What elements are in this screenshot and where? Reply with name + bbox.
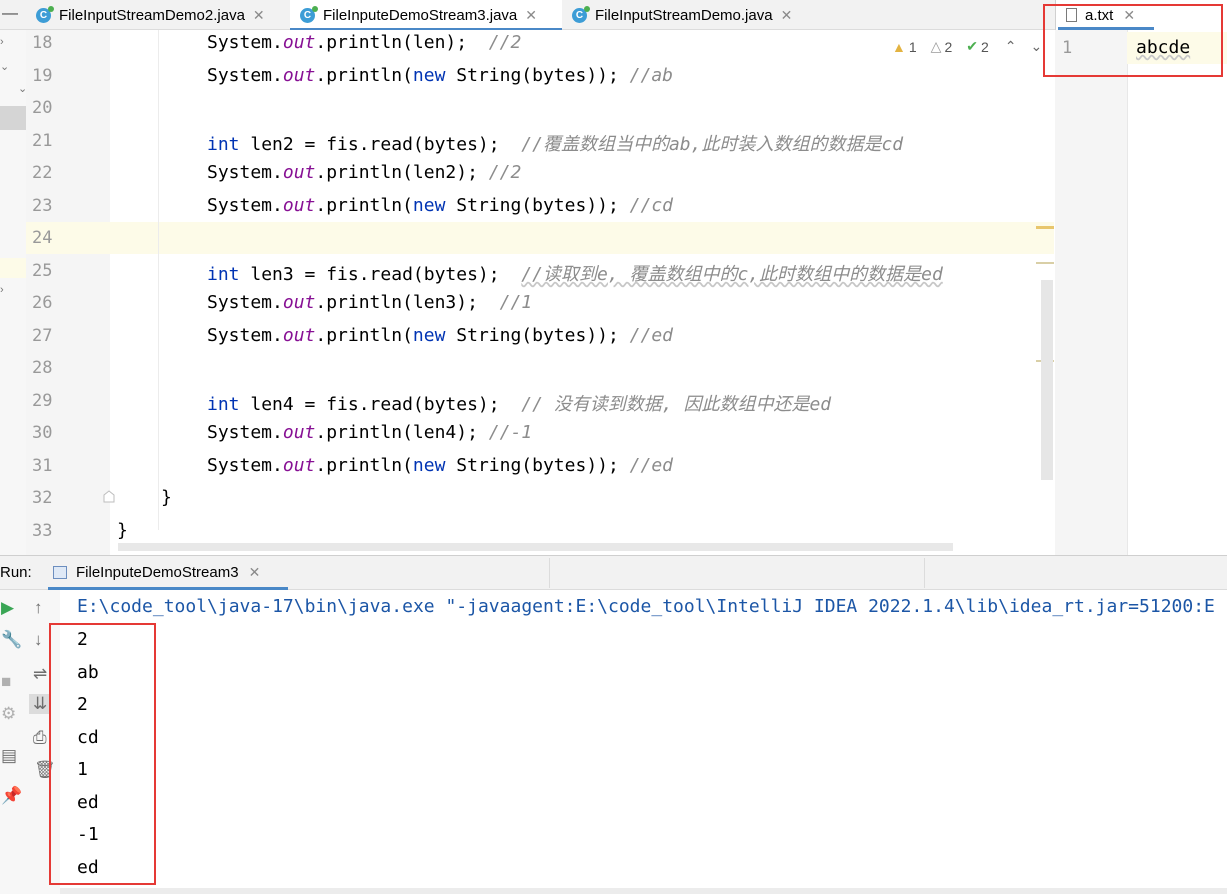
line-number: 30 <box>32 423 53 443</box>
code-line-26[interactable]: System.out.println(len3); //1 <box>207 292 532 313</box>
line-number: 25 <box>32 261 53 281</box>
stripe-mark[interactable] <box>1036 262 1054 264</box>
line-number: 18 <box>32 33 53 53</box>
settings-icon[interactable]: ⚙ <box>1 704 16 724</box>
line-number: 33 <box>32 521 53 541</box>
arrow-down-icon[interactable]: ↓ <box>34 630 43 650</box>
java-class-icon: C <box>300 5 318 23</box>
scroll-to-end-icon[interactable]: ⇊ <box>29 694 52 714</box>
code-line-22[interactable]: System.out.println(len2); //2 <box>207 162 521 183</box>
chevron-up-icon[interactable]: ⌃ <box>1005 38 1017 55</box>
close-icon[interactable]: ✕ <box>249 564 261 581</box>
vertical-scrollbar[interactable] <box>1041 280 1053 480</box>
print-icon[interactable]: ⎙ <box>33 728 47 748</box>
java-class-icon: C <box>36 5 54 23</box>
tab-fileinputstreamdemo2[interactable]: C FileInputStreamDemo2.java ✕ <box>36 0 284 30</box>
code-line-21[interactable]: int len2 = fis.read(bytes); //覆盖数组当中的ab,… <box>207 130 903 156</box>
inspection-widget[interactable]: ▲ 1 △ 2 ✔ 2 ⌃ ⌄ <box>892 38 1042 55</box>
run-toolbar-primary: ▶ 🔧 ■ ⚙ ▤ 📌 <box>0 590 25 894</box>
run-tab-label: FileInputeDemoStream3 <box>76 564 239 581</box>
close-icon[interactable]: ✕ <box>525 7 537 24</box>
code-line-27[interactable]: System.out.println(new String(bytes)); /… <box>207 325 673 346</box>
pin-icon[interactable]: 📌 <box>1 786 22 806</box>
line-number: 22 <box>32 163 53 183</box>
typo-check-icon: ✔ <box>966 38 978 54</box>
tab-label: FileInputStreamDemo2.java <box>59 6 245 24</box>
line-number: 29 <box>32 391 53 411</box>
line-number: 31 <box>32 456 53 476</box>
line-number: 19 <box>32 66 53 86</box>
tab-fileinputstreamdemo[interactable]: C FileInputStreamDemo.java ✕ <box>572 0 812 30</box>
line-number: 28 <box>32 358 53 378</box>
warning-icon: ▲ <box>892 38 906 55</box>
run-config-icon <box>53 566 67 579</box>
tab-label: FileInputeDemoStream3.java <box>323 6 518 24</box>
minimize-icon[interactable]: — <box>2 5 18 23</box>
horizontal-scrollbar[interactable] <box>118 543 953 551</box>
project-tree-edge: › ⌄ ⌄ › <box>0 30 27 555</box>
chevron-right-icon[interactable]: › <box>0 36 4 48</box>
tab-label: FileInputStreamDemo.java <box>595 6 773 24</box>
wrench-icon[interactable]: 🔧 <box>1 630 22 650</box>
code-line-30[interactable]: System.out.println(len4); //-1 <box>207 422 532 443</box>
code-line-25[interactable]: int len3 = fis.read(bytes); //读取到e, 覆盖数组… <box>207 260 943 286</box>
warning-count: 1 <box>908 38 917 55</box>
run-label: Run: <box>0 564 32 581</box>
fold-icon[interactable] <box>102 489 116 503</box>
code-line-33[interactable]: } <box>117 520 128 541</box>
code-line-18[interactable]: System.out.println(len); //2 <box>207 32 521 53</box>
console-horizontal-scrollbar[interactable] <box>60 888 1227 894</box>
console-output[interactable] <box>60 590 1227 894</box>
code-line-23[interactable]: System.out.println(new String(bytes)); /… <box>207 195 673 216</box>
soft-wrap-icon[interactable]: ⇌ <box>33 664 47 684</box>
code-line-19[interactable]: System.out.println(new String(bytes)); /… <box>207 65 673 86</box>
line-number: 32 <box>32 488 53 508</box>
highlight-box-file <box>1043 4 1223 77</box>
code-line-32[interactable]: } <box>161 487 172 508</box>
chevron-right-icon[interactable]: › <box>0 284 4 296</box>
divider <box>549 558 550 588</box>
weak-warning-icon: △ <box>930 38 942 54</box>
indent-guide <box>158 30 159 530</box>
close-icon[interactable]: ✕ <box>781 7 793 24</box>
run-tab[interactable]: FileInputeDemoStream3 ✕ <box>48 556 288 590</box>
current-line-highlight <box>110 222 1054 254</box>
code-line-29[interactable]: int len4 = fis.read(bytes); // 没有读到数据, 因… <box>207 390 831 416</box>
tree-highlight <box>0 258 26 278</box>
line-number: 23 <box>32 196 53 216</box>
text-file-gutter <box>1055 30 1128 555</box>
highlight-box-output <box>49 623 156 885</box>
line-number: 24 <box>32 228 53 248</box>
weak-warning-count: 2 <box>944 38 953 55</box>
chevron-down-icon[interactable]: ⌄ <box>0 60 9 73</box>
divider <box>924 558 925 588</box>
tab-fileinputedemostream3[interactable]: C FileInputeDemoStream3.java ✕ <box>290 0 562 31</box>
layout-icon[interactable]: ▤ <box>1 746 17 766</box>
rerun-icon[interactable]: ▶ <box>1 598 14 618</box>
code-line-31[interactable]: System.out.println(new String(bytes)); /… <box>207 455 673 476</box>
line-number: 27 <box>32 326 53 346</box>
stripe-mark[interactable] <box>1036 226 1054 229</box>
close-icon[interactable]: ✕ <box>253 7 265 24</box>
java-class-icon: C <box>572 5 590 23</box>
line-number: 21 <box>32 131 53 151</box>
tree-selection <box>0 106 26 130</box>
typo-count: 2 <box>980 38 989 55</box>
arrow-up-icon[interactable]: ↑ <box>34 598 43 618</box>
console-command-line: E:\code_tool\java-17\bin\java.exe "-java… <box>77 596 1215 617</box>
line-number: 20 <box>32 98 53 118</box>
line-number: 26 <box>32 293 53 313</box>
stop-icon[interactable]: ■ <box>1 672 11 692</box>
